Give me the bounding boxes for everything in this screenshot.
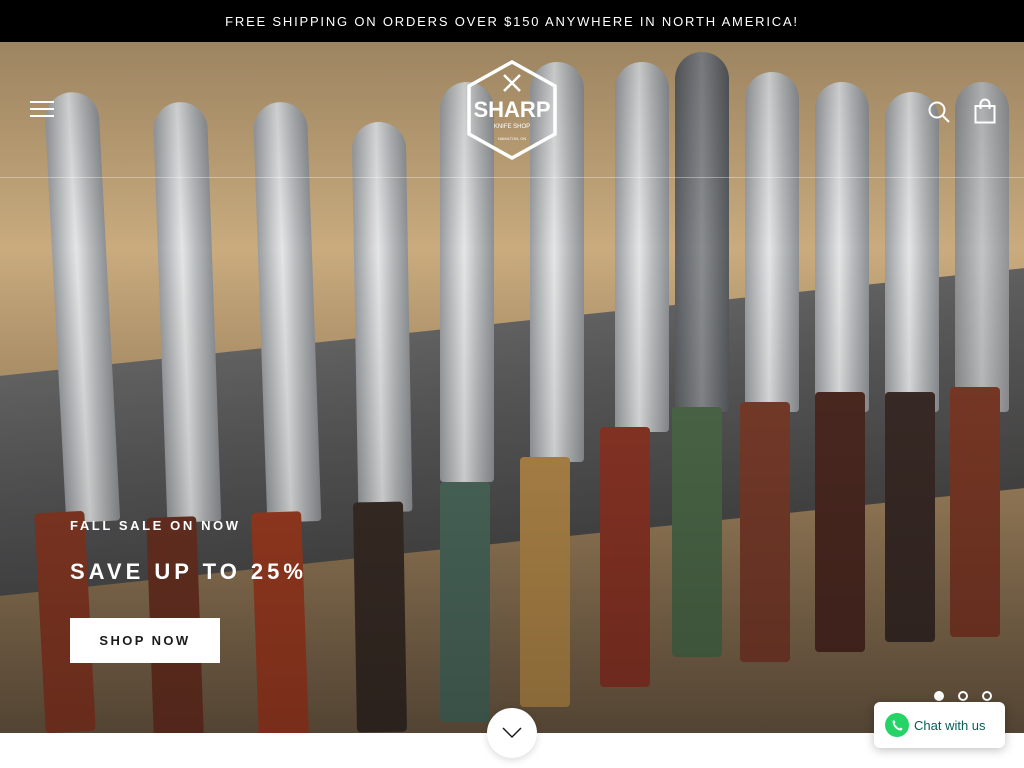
hero-title: SAVE UP TO 25% (70, 559, 307, 584)
chat-label: Chat with us (914, 717, 986, 733)
slide-dot-2[interactable] (958, 691, 968, 701)
chevron-down-icon (502, 727, 522, 739)
hero-caption: FALL SALE ON NOW SAVE UP TO 25% (70, 518, 307, 585)
sharp-logo[interactable]: SHARP KNIFE SHOP HAMILTON, ON (462, 59, 562, 161)
shopping-bag-icon[interactable] (974, 98, 996, 124)
logo-tagline: KNIFE SHOP (494, 124, 530, 130)
logo-name: SHARP (473, 97, 550, 122)
search-icon[interactable] (927, 100, 951, 124)
scroll-down-button[interactable] (487, 708, 537, 758)
whatsapp-icon (885, 713, 909, 737)
hero-subtitle: FALL SALE ON NOW (70, 518, 241, 533)
hamburger-icon[interactable] (30, 101, 54, 119)
site-header: SHARP KNIFE SHOP HAMILTON, ON (0, 42, 1024, 178)
slide-dot-1[interactable] (934, 691, 944, 701)
logo-location: HAMILTON, ON (498, 136, 527, 141)
announcement-bar: FREE SHIPPING ON ORDERS OVER $150 ANYWHE… (0, 0, 1024, 42)
announcement-text: FREE SHIPPING ON ORDERS OVER $150 ANYWHE… (225, 13, 799, 29)
slide-dot-3[interactable] (982, 691, 992, 701)
whatsapp-chat-button[interactable]: Chat with us (874, 702, 1005, 748)
slide-dots (934, 691, 992, 701)
shop-now-button[interactable]: SHOP NOW (70, 618, 220, 663)
